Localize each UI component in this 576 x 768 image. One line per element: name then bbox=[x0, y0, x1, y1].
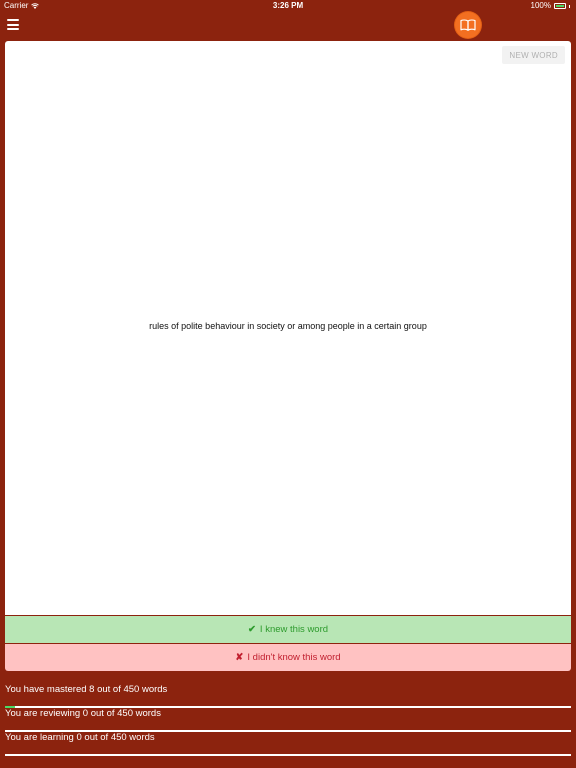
status-bar: Carrier 3:26 PM 100% bbox=[0, 0, 576, 12]
battery-percent: 100% bbox=[530, 1, 551, 10]
cross-icon: ✘ bbox=[235, 652, 244, 663]
flashcard: NEW WORD rules of polite behaviour in so… bbox=[5, 41, 571, 615]
hamburger-menu-icon[interactable] bbox=[7, 19, 19, 31]
didnt-know-word-label: I didn't know this word bbox=[247, 652, 341, 663]
mastered-progress: You have mastered 8 out of 450 words bbox=[5, 684, 571, 708]
learning-text: You are learning 0 out of 450 words bbox=[5, 732, 155, 743]
reviewing-text: You are reviewing 0 out of 450 words bbox=[5, 708, 161, 719]
didnt-know-word-button[interactable]: ✘ I didn't know this word bbox=[5, 644, 571, 671]
battery-icon bbox=[554, 3, 566, 9]
reviewing-progress: You are reviewing 0 out of 450 words bbox=[5, 708, 571, 732]
knew-word-button[interactable]: ✔ I knew this word bbox=[5, 616, 571, 643]
word-definition: rules of polite behaviour in society or … bbox=[149, 321, 427, 331]
nav-bar bbox=[0, 12, 576, 40]
battery-tip bbox=[569, 4, 570, 8]
open-book-icon bbox=[455, 12, 481, 38]
check-icon: ✔ bbox=[247, 624, 256, 635]
mastered-text: You have mastered 8 out of 450 words bbox=[5, 684, 168, 695]
learning-progress-track bbox=[5, 754, 571, 756]
new-word-button[interactable]: NEW WORD bbox=[502, 46, 565, 64]
knew-word-label: I knew this word bbox=[259, 624, 329, 635]
clock-time: 3:26 PM bbox=[272, 1, 304, 10]
learning-progress: You are learning 0 out of 450 words bbox=[5, 732, 571, 756]
battery-status: 100% bbox=[531, 0, 570, 12]
